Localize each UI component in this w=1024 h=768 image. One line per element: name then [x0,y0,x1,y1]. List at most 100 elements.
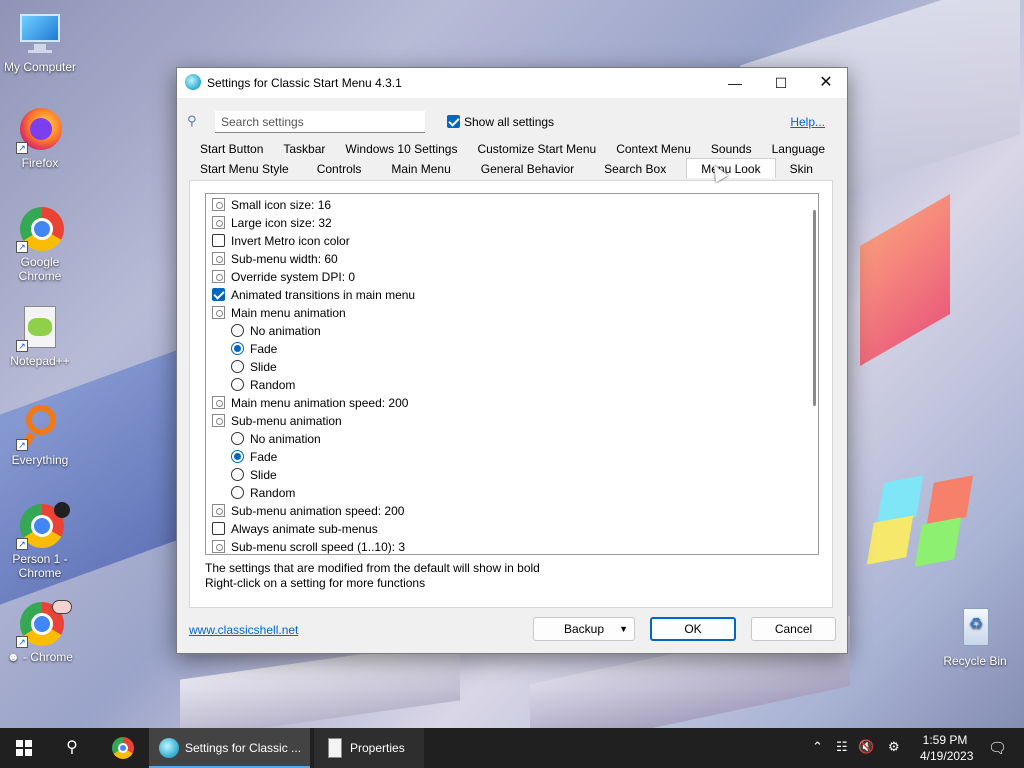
setting-row[interactable]: Random [211,484,801,502]
tab-windows-10-settings[interactable]: Windows 10 Settings [336,138,466,158]
everything-search-icon: ↗ [16,403,64,451]
setting-row[interactable]: Animated transitions in main menu [211,286,801,304]
radio-selected-icon[interactable] [231,342,244,355]
radio-icon[interactable] [231,378,244,391]
setting-row[interactable]: No animation [211,430,801,448]
desktop-icon-google-chrome[interactable]: ↗ Google Chrome [0,205,80,283]
setting-label: No animation [250,324,321,338]
setting-page-icon [212,540,225,553]
tab-customize-start-menu[interactable]: Customize Start Menu [468,138,605,158]
desktop-icon-label: Recycle Bin [943,654,1007,668]
notepad-plus-plus-icon: ↗ [16,304,64,352]
clock-date: 4/19/2023 [920,749,974,763]
tab-sounds[interactable]: Sounds [702,138,761,158]
radio-icon[interactable] [231,486,244,499]
start-button[interactable] [0,728,48,768]
taskbar-chrome-button[interactable] [100,728,146,768]
taskbar-search-button[interactable]: ⚲ [50,728,94,768]
setting-row[interactable]: Always animate sub-menus [211,520,801,538]
setting-row[interactable]: Invert Metro icon color [211,232,801,250]
setting-row[interactable]: Sub-menu animation speed: 200 [211,502,801,520]
desktop-icon-label: Person 1 - Chrome [12,552,68,580]
setting-label: Small icon size: 16 [231,198,332,212]
title-bar[interactable]: Settings for Classic Start Menu 4.3.1 — … [177,68,847,98]
backup-button[interactable]: Backup ▼ [533,617,635,641]
scrollbar-thumb[interactable] [813,210,816,406]
setting-row[interactable]: Fade [211,448,801,466]
chrome-guest-icon: ↗ [16,600,72,648]
firefox-icon: ↗ [16,106,64,154]
radio-icon[interactable] [231,432,244,445]
tab-controls[interactable]: Controls [303,158,382,178]
settings-list-items: Small icon size: 16 Large icon size: 32 In… [211,196,801,554]
setting-row[interactable]: Main menu animation [211,304,801,322]
setting-row[interactable]: Small icon size: 16 [211,196,801,214]
desktop-icon-everything[interactable]: ↗ Everything [0,403,80,467]
show-all-settings-checkbox[interactable]: Show all settings [447,115,554,129]
setting-row[interactable]: No animation [211,322,801,340]
radio-icon[interactable] [231,360,244,373]
maximize-button[interactable]: ☐ [758,68,804,98]
chrome-profile-icon: ↗ [16,502,70,550]
chevron-up-icon[interactable]: ⌃ [812,739,823,755]
tab-general-behavior[interactable]: General Behavior [471,158,594,178]
setting-page-icon [212,396,225,409]
setting-row[interactable]: Override system DPI: 0 [211,268,801,286]
setting-row[interactable]: Sub-menu animation [211,412,801,430]
setting-row[interactable]: Fade [211,340,801,358]
setting-row[interactable]: Main menu animation speed: 200 [211,394,801,412]
close-button[interactable]: ✕ [803,68,849,98]
volume-muted-icon[interactable]: 🔇 [858,739,874,755]
setting-row[interactable]: Random [211,376,801,394]
desktop-icon-guest-chrome[interactable]: ↗ ☻ - Chrome [0,600,80,664]
tab-main-menu[interactable]: Main Menu [381,158,470,178]
setting-row[interactable]: Slide [211,358,801,376]
radio-icon[interactable] [231,324,244,337]
cancel-button[interactable]: Cancel [751,617,836,641]
tabs-row-1: Start Button Taskbar Windows 10 Settings… [191,138,834,158]
desktop-icon-person-1-chrome[interactable]: ↗ Person 1 - Chrome [0,502,80,580]
classicshell-website-link[interactable]: www.classicshell.net [189,623,298,637]
ok-button[interactable]: OK [650,617,736,641]
setting-row[interactable]: Slide [211,466,801,484]
shortcut-arrow-icon: ↗ [16,538,28,550]
desktop-icon-my-computer[interactable]: My Computer [0,10,80,74]
notifications-icon[interactable]: 🗨 [988,739,1007,757]
search-row: ⚲ Show all settings Help... [187,110,837,134]
chrome-icon [112,737,134,759]
setting-label: No animation [250,432,321,446]
checkbox-checked-icon[interactable] [212,288,225,301]
search-input[interactable] [215,111,425,133]
checkbox-icon[interactable] [212,522,225,535]
taskbar-clock[interactable]: 1:59 PM 4/19/2023 [920,732,974,764]
desktop-icon-recycle-bin[interactable]: ♻ Recycle Bin [935,604,1015,668]
radio-selected-icon[interactable] [231,450,244,463]
setting-label: Override system DPI: 0 [231,270,356,284]
settings-gear-icon[interactable]: ⚙ [888,739,900,755]
setting-label: Animated transitions in main menu [231,288,416,302]
network-icon[interactable]: ☷ [836,739,848,755]
checkbox-icon[interactable] [212,234,225,247]
help-link[interactable]: Help... [790,115,825,129]
tab-context-menu[interactable]: Context Menu [607,138,700,158]
tab-menu-look[interactable]: Menu Look [686,158,776,178]
desktop-icon-notepad-plus-plus[interactable]: ↗ Notepad++ [0,304,80,368]
tab-start-button[interactable]: Start Button [191,138,272,158]
minimize-button[interactable]: — [712,68,758,98]
search-icon: ⚲ [66,739,78,756]
taskbar-properties-window[interactable]: Properties [314,728,424,768]
setting-row[interactable]: Sub-menu scroll speed (1..10): 3 [211,538,801,554]
tab-search-box[interactable]: Search Box [594,158,686,178]
settings-list[interactable]: Small icon size: 16 Large icon size: 32 In… [205,193,819,555]
tab-language[interactable]: Language [763,138,834,158]
radio-icon[interactable] [231,468,244,481]
taskbar-settings-window[interactable]: Settings for Classic ... [149,728,310,768]
setting-row[interactable]: Sub-menu width: 60 [211,250,801,268]
tab-skin[interactable]: Skin [776,158,822,178]
desktop-icon-firefox[interactable]: ↗ Firefox [0,106,80,170]
setting-row[interactable]: Large icon size: 32 [211,214,801,232]
tab-start-menu-style[interactable]: Start Menu Style [191,158,303,178]
desktop-icon-label: My Computer [3,60,77,74]
tab-taskbar[interactable]: Taskbar [274,138,334,158]
setting-label: Random [250,486,296,500]
